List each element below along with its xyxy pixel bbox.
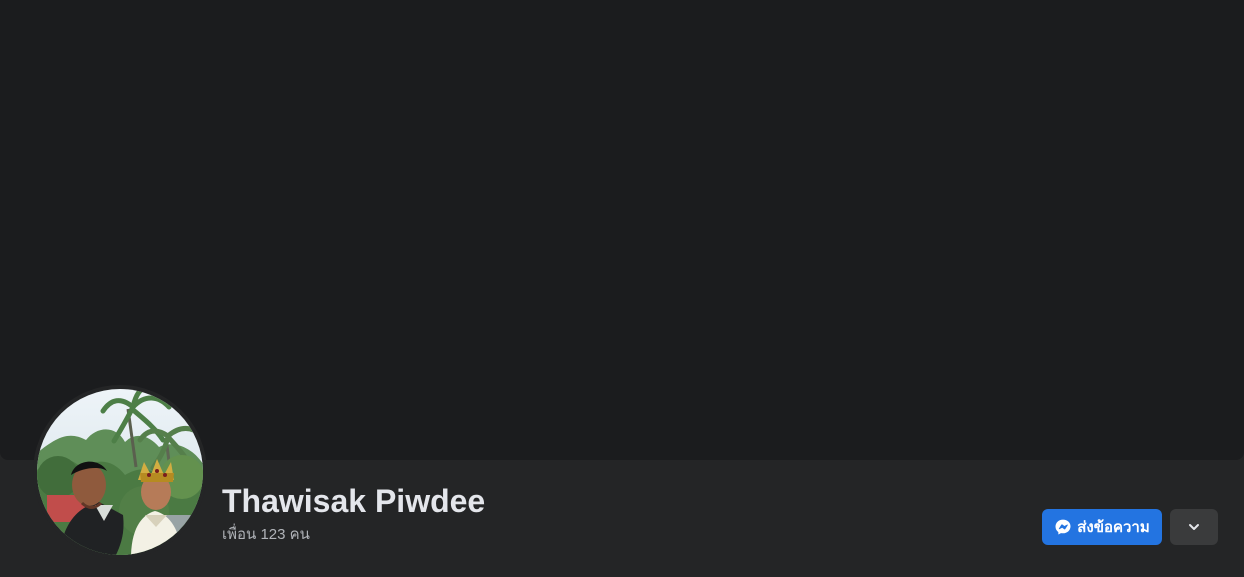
messenger-icon <box>1054 518 1072 536</box>
profile-picture-button[interactable] <box>33 385 207 559</box>
chevron-down-icon <box>1186 519 1202 535</box>
send-message-button[interactable]: ส่งข้อความ <box>1042 509 1162 545</box>
send-message-label: ส่งข้อความ <box>1077 519 1150 536</box>
profile-avatar <box>37 389 203 555</box>
more-options-button[interactable] <box>1170 509 1218 545</box>
cover-photo[interactable] <box>0 0 1244 460</box>
profile-page: Thawisak Piwdee เพื่อน 123 คน ส่งข้อความ <box>0 0 1244 577</box>
friends-count-link[interactable]: เพื่อน 123 คน <box>222 525 310 545</box>
profile-name: Thawisak Piwdee <box>222 483 486 519</box>
